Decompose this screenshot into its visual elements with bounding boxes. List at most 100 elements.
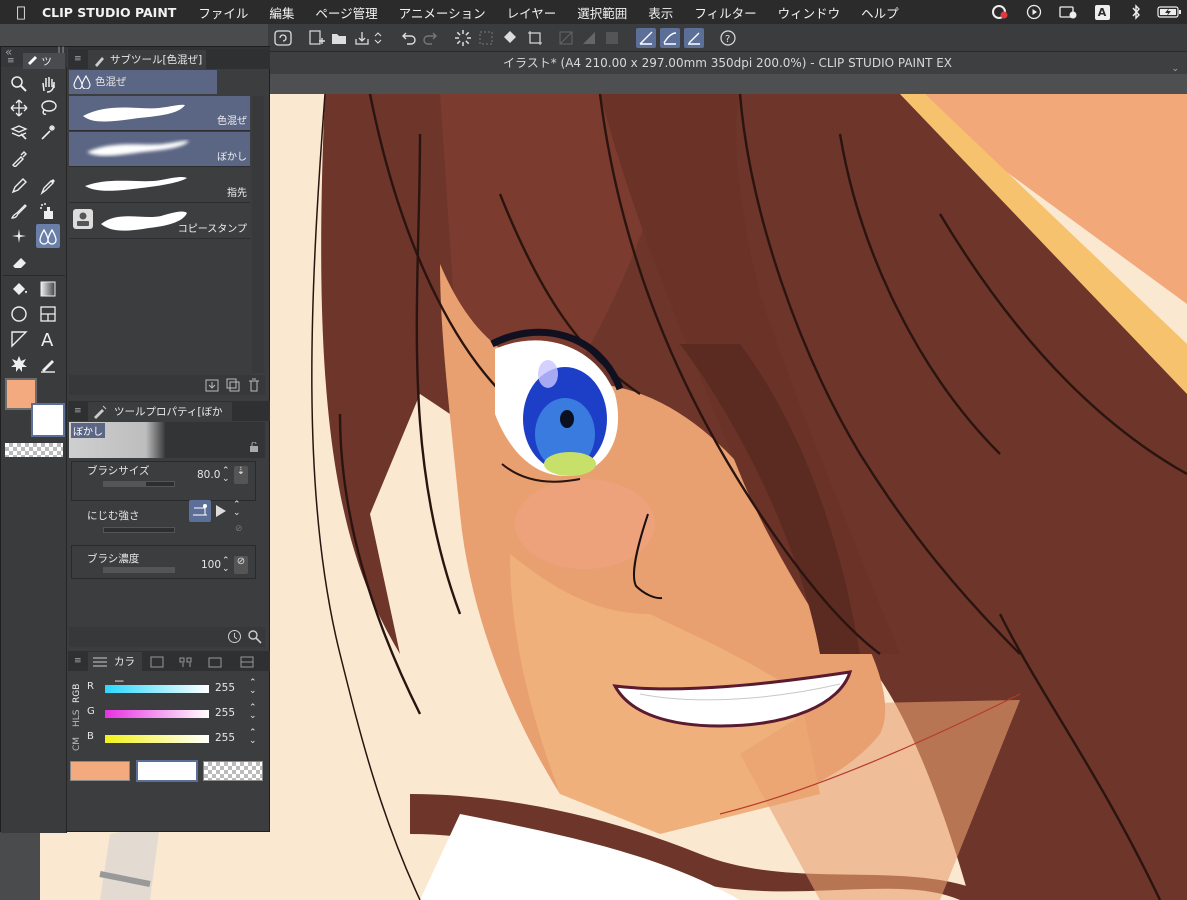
color-panel-main-swatch[interactable] [70,761,130,781]
screen-record-icon[interactable] [1051,0,1085,24]
menu-animation[interactable]: アニメーション [399,3,486,22]
clip-studio-icon[interactable] [273,28,293,48]
blend-icon[interactable] [36,224,60,248]
menu-selection[interactable]: 選択範囲 [577,3,627,22]
redo-icon[interactable] [421,28,441,48]
color-slider-b[interactable] [105,735,209,743]
menu-grip-icon[interactable]: ≡ [7,51,15,71]
bluetooth-icon[interactable] [1119,0,1153,24]
magic-wand-icon[interactable] [36,120,60,144]
brush-size-value[interactable]: 80.0 [197,469,220,481]
help-icon[interactable]: ? [718,28,738,48]
menu-view[interactable]: 表示 [648,3,673,22]
eyedropper-icon[interactable] [7,146,31,170]
lock-icon[interactable] [249,441,259,455]
eraser-icon[interactable] [7,250,31,274]
blend-reset-icon[interactable]: ⊘ [235,524,243,534]
balloon-icon[interactable] [7,352,31,376]
battery-icon[interactable] [1153,0,1187,24]
loading-icon[interactable] [453,28,473,48]
hide-outside-icon[interactable] [556,28,576,48]
brush-size-slider[interactable] [103,481,175,487]
tool-property-tab[interactable]: ツールプロパティ[ぼかし] [88,402,232,438]
brush-size-stepper-icon[interactable]: ⌃ ⌄ [222,467,230,484]
snap-to-special-ruler-icon[interactable] [660,28,680,48]
snap-to-ruler-icon[interactable] [636,28,656,48]
subtool-tab[interactable]: サブツール[色混ぜ] [88,50,206,69]
brush-density-reset-icon[interactable]: ⊘ [234,556,248,574]
subtool-item-color-mix[interactable]: 色混ぜ [69,96,250,131]
color-b-stepper-icon[interactable]: ⌃ ⌄ [249,729,257,746]
subtool-download-icon[interactable] [205,378,219,395]
color-panel-menu-icon[interactable]: ≡ [74,651,82,671]
input-source-icon[interactable]: A [1085,0,1119,24]
menu-help[interactable]: ヘルプ [861,3,899,22]
sub-color-swatch[interactable] [31,403,65,437]
airbrush-icon[interactable] [36,199,60,223]
subtool-delete-icon[interactable] [247,378,261,395]
color-slider-g[interactable] [105,710,209,718]
color-mode-cmyk[interactable]: CM [72,737,82,751]
open-file-icon[interactable] [329,28,349,48]
save-chevron-icon[interactable] [372,28,384,48]
apple-icon[interactable]:  [0,3,42,21]
subtool-menu-icon[interactable]: ≡ [74,49,82,69]
color-g-stepper-icon[interactable]: ⌃ ⌄ [249,704,257,721]
gradient-icon[interactable] [36,277,60,301]
color-r-stepper-icon[interactable]: ⌃ ⌄ [249,679,257,696]
color-mode-rgb[interactable]: RGB [72,684,82,703]
menu-filter[interactable]: フィルター [694,3,756,22]
text-icon[interactable]: A [36,327,60,351]
menu-window[interactable]: ウィンドウ [778,3,841,22]
color-tab[interactable]: カラー [88,652,142,688]
transparent-color-swatch[interactable] [5,443,63,457]
reset-tool-icon[interactable] [227,629,242,647]
intermediate-color-tab-icon[interactable] [208,655,222,675]
hand-icon[interactable] [36,72,60,96]
select-layer-icon[interactable] [7,120,31,144]
pen-icon[interactable] [7,174,31,198]
figure-icon[interactable] [7,302,31,326]
brush-icon[interactable] [7,199,31,223]
brush-density-value[interactable]: 100 [201,559,221,571]
new-file-icon[interactable] [306,28,326,48]
subtool-copy-icon[interactable] [226,378,240,395]
brush-size-menu-icon[interactable]: ⇣ [234,466,248,484]
color-value-r[interactable]: 255 [215,682,235,694]
subtool-item-finger[interactable]: 指先 [69,168,250,203]
approx-color-tab-icon[interactable] [240,655,254,675]
subtool-item-copy-stamp[interactable]: コピースタンプ [69,204,250,239]
color-panel-transparent-swatch[interactable] [203,761,263,781]
fill-icon[interactable] [7,277,31,301]
color-slider-r[interactable] [105,685,209,693]
brush-density-stepper-icon[interactable]: ⌃ ⌄ [222,557,230,574]
tool-settings-icon[interactable] [247,629,262,647]
menu-edit[interactable]: 編集 [269,3,294,22]
menu-layer[interactable]: レイヤー [507,3,557,22]
correction-line-icon[interactable] [36,352,60,376]
zoom-icon[interactable] [7,72,31,96]
app-name-menu[interactable]: CLIP STUDIO PAINT [42,5,176,20]
lasso-icon[interactable] [36,96,60,120]
transform-icon[interactable] [579,28,599,48]
subtool-item-blur[interactable]: ぼかし [69,132,250,167]
move-icon[interactable] [7,96,31,120]
menu-file[interactable]: ファイル [198,3,248,22]
blend-strength-slider[interactable] [103,527,175,533]
color-value-b[interactable]: 255 [215,732,235,744]
crop-icon[interactable] [525,28,545,48]
color-wheel-tab-icon[interactable] [150,655,164,675]
pressure-settings-icon[interactable] [213,500,231,522]
brush-density-slider[interactable] [103,567,175,573]
title-chevron-icon[interactable]: ⌄ [1171,58,1179,80]
pressure-icon[interactable] [189,500,211,522]
pencil-icon[interactable] [36,174,60,198]
ruler-icon[interactable] [7,327,31,351]
frame-icon[interactable] [36,302,60,326]
clear-selection-icon[interactable] [476,28,496,48]
color-value-g[interactable]: 255 [215,707,235,719]
fill-selection-icon[interactable] [500,28,520,48]
save-icon[interactable] [352,28,372,48]
snap-icon[interactable] [602,28,622,48]
menu-page[interactable]: ページ管理 [315,3,377,22]
